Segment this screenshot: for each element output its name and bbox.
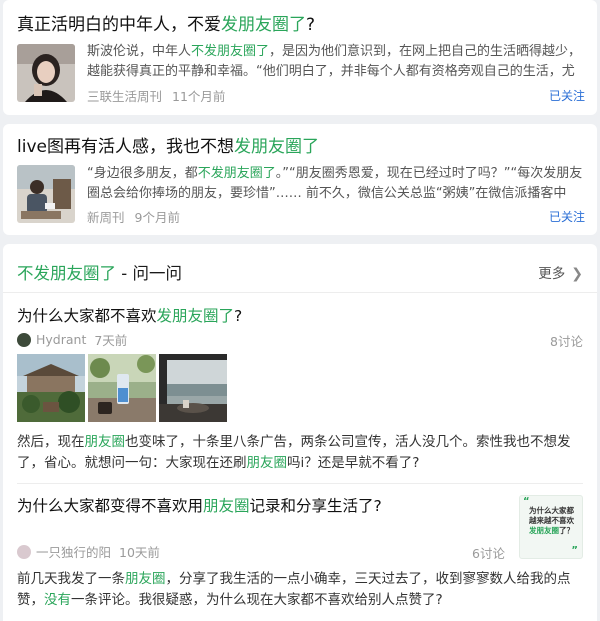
question-title-text: 为什么大家都变得不喜欢用 <box>17 497 204 515</box>
question-time: 10天前 <box>119 545 160 560</box>
question-title[interactable]: 为什么大家都变得不喜欢用朋友圈记录和分享生活了? <box>17 494 382 516</box>
divider <box>17 483 583 484</box>
thumbnail-text: 了？ <box>559 526 574 535</box>
question-title-highlight: 发朋友圈了 <box>156 307 235 325</box>
chevron-right-icon: ❯ <box>571 266 583 282</box>
topic-card: 不发朋友圈了 - 问一问 更多 ❯ 为什么大家都不喜欢发朋友圈了? Hydrant… <box>3 244 597 621</box>
discussion-count: 8讨论 <box>550 334 583 349</box>
excerpt-text: 前几天我发了一条 <box>17 571 125 587</box>
article-snippet: “身边很多朋友，都不发朋友圈了。”“朋友圈秀恩爱，现在已经过时了吗？”“每次发朋… <box>87 164 587 204</box>
question-thumbnail[interactable]: “ 为什么大家都越来越不喜欢发朋友圈了？ ” <box>519 495 583 559</box>
excerpt-text: 一条评论。我很疑惑，为什么现在大家都不喜欢给别人点赞了? <box>71 592 443 608</box>
article-title-suffix: ? <box>306 15 316 35</box>
article-source[interactable]: 三联生活周刊 <box>87 89 162 104</box>
article-card[interactable]: live图再有活人感，我也不想发朋友圈了 “身边很多朋友，都不发朋友圈了。”“朋… <box>3 124 597 235</box>
question-time: 7天前 <box>94 333 128 348</box>
more-link[interactable]: 更多 ❯ <box>538 262 583 282</box>
question-meta: 一只独行的阳 10天前 <box>17 542 160 561</box>
question-title-highlight: 朋友圈 <box>203 497 250 515</box>
excerpt-link[interactable]: 朋友圈 <box>125 571 166 587</box>
avatar[interactable] <box>17 332 31 347</box>
article-title[interactable]: 真正活明白的中年人，不爱发朋友圈了? <box>17 14 315 36</box>
question-excerpt[interactable]: 然后，现在朋友圈也变味了，十条里八条广告，两条公司宣传，活人没几个。索性我也不想… <box>17 432 589 474</box>
snippet-highlight: 不发朋友圈了 <box>191 44 270 59</box>
snippet-highlight: 不发朋友圈了 <box>197 166 276 181</box>
more-label: 更多 <box>538 266 566 282</box>
snippet-text: “身边很多朋友，都 <box>87 166 198 181</box>
article-title-highlight: 发朋友圈了 <box>221 15 306 35</box>
thumbnail-highlight: 发朋友圈 <box>529 526 559 535</box>
photo-thumbnail[interactable] <box>88 354 156 422</box>
article-thumbnail[interactable] <box>17 165 75 223</box>
quote-open-icon: “ <box>523 496 530 507</box>
question-meta: Hydrant 7天前 <box>17 330 127 349</box>
excerpt-text: 吗i？还是早就不看了? <box>287 455 420 471</box>
article-title-highlight: 发朋友圈了 <box>233 137 319 157</box>
article-thumbnail[interactable] <box>17 44 75 102</box>
excerpt-text: 然后，现在 <box>17 434 85 450</box>
excerpt-link[interactable]: 没有 <box>44 592 71 608</box>
article-title-text: 真正活明白的中年人，不爱 <box>17 15 221 35</box>
question-title-text: 为什么大家都不喜欢 <box>17 307 157 325</box>
quote-close-icon: ” <box>571 545 578 556</box>
question-excerpt[interactable]: 前几天我发了一条朋友圈，分享了我生活的一点小确幸，三天过去了，收到寥寥数人给我的… <box>17 569 589 611</box>
thumbnail-text: 为什么大家都越来越不喜欢 <box>529 506 574 525</box>
excerpt-link[interactable]: 朋友圈 <box>85 434 126 450</box>
question-photos <box>17 354 230 422</box>
topic-title[interactable]: 不发朋友圈了 - 问一问 <box>17 260 182 284</box>
avatar[interactable] <box>17 544 31 559</box>
question-user[interactable]: 一只独行的阳 <box>36 542 111 561</box>
question-user[interactable]: Hydrant <box>36 332 86 347</box>
article-snippet: 斯波伦说，中年人不发朋友圈了，是因为他们意识到，在网上把自己的生活晒得越少，越能… <box>87 42 587 82</box>
excerpt-link[interactable]: 朋友圈 <box>247 455 288 471</box>
question-title-suffix: 记录和分享生活了? <box>249 497 382 515</box>
article-time: 9个月前 <box>134 210 180 225</box>
question-title[interactable]: 为什么大家都不喜欢发朋友圈了? <box>17 304 242 326</box>
article-source[interactable]: 新周刊 <box>87 210 125 225</box>
photo-thumbnail[interactable] <box>17 354 85 422</box>
article-time: 11个月前 <box>172 89 226 104</box>
follow-button[interactable]: 已关注 <box>549 87 585 104</box>
topic-title-suffix: - 问一问 <box>116 264 182 283</box>
article-meta: 新周刊 9个月前 <box>87 207 180 226</box>
article-title-text: live图再有活人感，我也不想 <box>17 137 234 157</box>
follow-button[interactable]: 已关注 <box>549 208 585 225</box>
article-meta: 三联生活周刊 11个月前 <box>87 86 225 105</box>
snippet-text: 斯波伦说，中年人 <box>87 44 192 59</box>
photo-thumbnail[interactable] <box>159 354 227 422</box>
article-title[interactable]: live图再有活人感，我也不想发朋友圈了 <box>17 136 319 158</box>
topic-title-highlight: 不发朋友圈了 <box>17 264 116 283</box>
question-title-suffix: ? <box>234 307 243 325</box>
article-card[interactable]: 真正活明白的中年人，不爱发朋友圈了? 斯波伦说，中年人不发朋友圈了，是因为他们意… <box>3 0 597 115</box>
divider <box>3 292 597 293</box>
discussion-count: 6讨论 <box>472 546 505 561</box>
